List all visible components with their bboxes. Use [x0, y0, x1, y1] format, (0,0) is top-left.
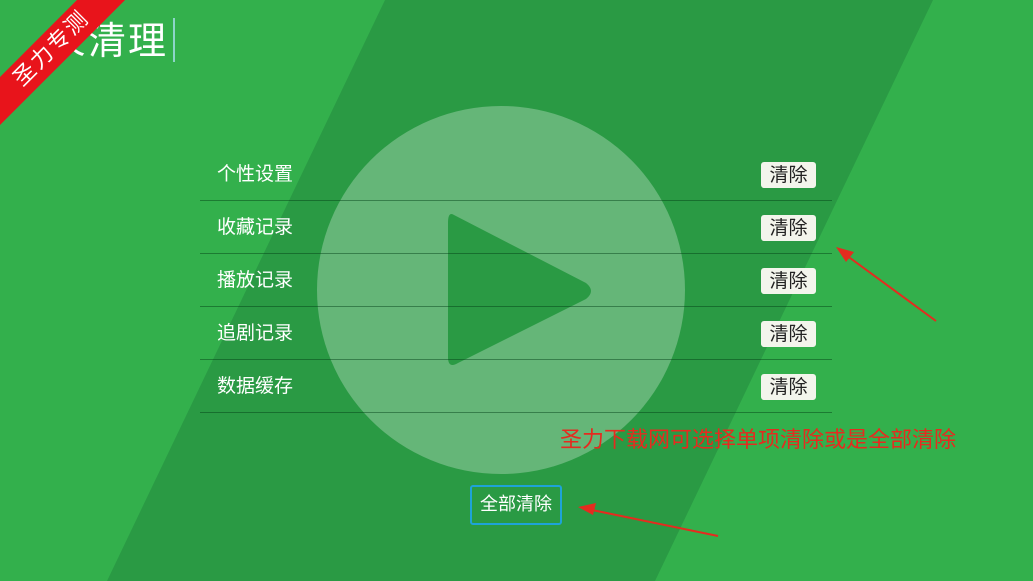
clear-button-play-history[interactable]: 清除 [761, 268, 816, 294]
list-item: 收藏记录 清除 [200, 201, 832, 254]
list-item: 播放记录 清除 [200, 254, 832, 307]
item-label-data-cache: 数据缓存 [217, 375, 294, 397]
list-item: 个性设置 清除 [200, 148, 832, 201]
item-label-follow-history: 追剧记录 [217, 322, 294, 344]
annotation-text: 圣力下载网可选择单项清除或是全部清除 [560, 428, 957, 453]
clear-button-data-cache[interactable]: 清除 [761, 374, 816, 400]
clear-all-button[interactable]: 全部清除 [470, 485, 562, 525]
watermark-text: 圣力专测 [0, 0, 135, 132]
clear-list: 个性设置 清除 收藏记录 清除 播放记录 清除 追剧记录 清除 数据缓存 清除 [200, 148, 832, 413]
clear-button-favorites[interactable]: 清除 [761, 215, 816, 241]
item-label-personal-settings: 个性设置 [217, 163, 294, 185]
clear-button-follow-history[interactable]: 清除 [761, 321, 816, 347]
arrow-to-clear-button [836, 247, 937, 322]
item-label-favorites: 收藏记录 [217, 216, 294, 238]
item-label-play-history: 播放记录 [217, 269, 294, 291]
list-item: 数据缓存 清除 [200, 360, 832, 413]
list-item: 追剧记录 清除 [200, 307, 832, 360]
clear-button-personal-settings[interactable]: 清除 [761, 162, 816, 188]
watermark-ribbon: 圣力专测 [0, 0, 140, 140]
title-divider [173, 18, 175, 62]
arrow-to-clear-all [578, 503, 719, 537]
